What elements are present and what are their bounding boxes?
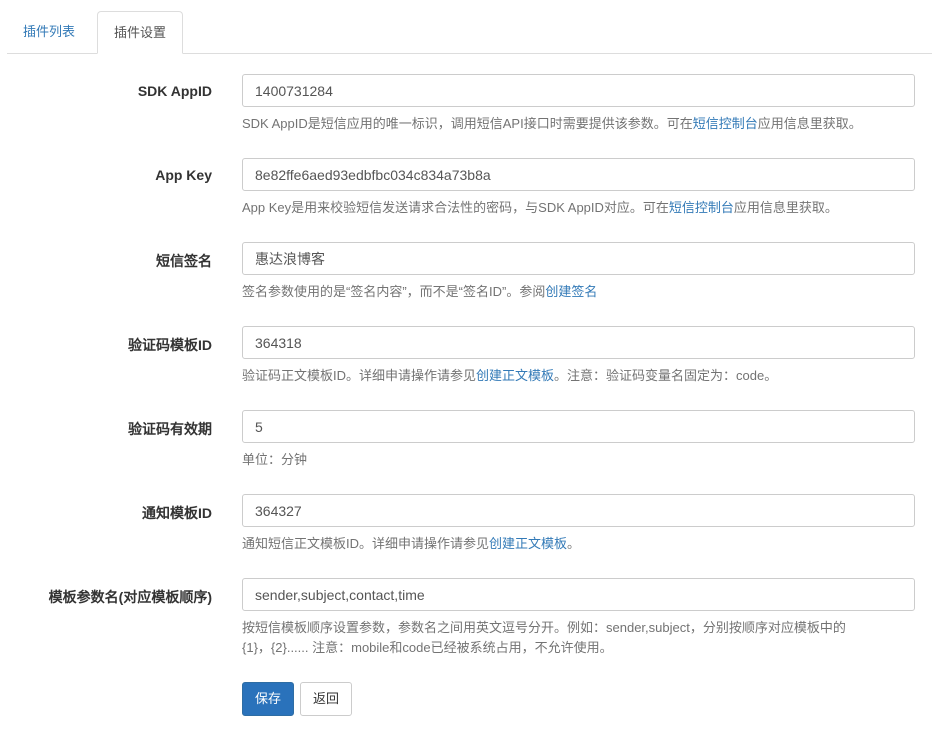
- sdk-appid-label: SDK AppID: [137, 83, 212, 99]
- notify-template-label: 通知模板ID: [142, 505, 212, 521]
- code-expire-help: 单位：分钟: [242, 452, 308, 467]
- notify-template-help-suffix: 。: [567, 536, 581, 551]
- tab-plugin-list[interactable]: 插件列表: [7, 11, 91, 53]
- save-button[interactable]: 保存: [242, 682, 295, 716]
- app-key-input[interactable]: [242, 158, 915, 191]
- sms-sign-help: 签名参数使用的是“签名内容”，而不是“签名ID”。参阅创建签名: [242, 282, 922, 302]
- template-params-help-line2: {1}，{2}...... 注意：mobile和code已经被系统占用，不允许使…: [242, 640, 613, 655]
- sms-sign-help-text: 签名参数使用的是“签名内容”，而不是“签名ID”。参阅: [242, 284, 546, 299]
- tab-bar: 插件列表 插件设置: [7, 11, 932, 54]
- code-expire-input[interactable]: [242, 410, 915, 443]
- notify-template-input[interactable]: [242, 494, 915, 527]
- sms-sign-input[interactable]: [242, 242, 915, 275]
- tab-plugin-settings[interactable]: 插件设置: [97, 11, 184, 54]
- template-params-help: 按短信模板顺序设置参数，参数名之间用英文逗号分开。例如：sender,subje…: [242, 618, 922, 658]
- app-key-label: App Key: [155, 167, 212, 183]
- sms-console-link[interactable]: 短信控制台: [693, 116, 758, 131]
- create-template-link[interactable]: 创建正文模板: [489, 536, 567, 551]
- sdk-appid-input[interactable]: [242, 74, 915, 107]
- template-params-label: 模板参数名(对应模板顺序): [48, 589, 212, 605]
- create-sign-link[interactable]: 创建签名: [545, 284, 597, 299]
- app-key-help-text: App Key是用来校验短信发送请求合法性的密码，与SDK AppID对应。可在: [242, 200, 669, 215]
- sdk-appid-help: SDK AppID是短信应用的唯一标识，调用短信API接口时需要提供该参数。可在…: [242, 114, 922, 134]
- sms-sign-label: 短信签名: [156, 253, 212, 269]
- code-expire-label: 验证码有效期: [128, 421, 212, 437]
- sdk-appid-help-suffix: 应用信息里获取。: [757, 116, 862, 131]
- code-template-label: 验证码模板ID: [128, 337, 212, 353]
- notify-template-help: 通知短信正文模板ID。详细申请操作请参见创建正文模板。: [242, 534, 922, 554]
- back-button[interactable]: 返回: [300, 682, 353, 716]
- template-params-help-line1: 按短信模板顺序设置参数，参数名之间用英文逗号分开。例如：sender,subje…: [242, 620, 846, 635]
- template-params-input[interactable]: [242, 578, 915, 611]
- sdk-appid-help-text: SDK AppID是短信应用的唯一标识，调用短信API接口时需要提供该参数。可在: [242, 116, 693, 131]
- code-template-help-suffix: 。注意：验证码变量名固定为：code。: [554, 368, 778, 383]
- sms-console-link[interactable]: 短信控制台: [669, 200, 734, 215]
- app-key-help: App Key是用来校验短信发送请求合法性的密码，与SDK AppID对应。可在…: [242, 198, 922, 218]
- code-template-help-text: 验证码正文模板ID。详细申请操作请参见: [242, 368, 477, 383]
- create-template-link[interactable]: 创建正文模板: [476, 368, 554, 383]
- app-key-help-suffix: 应用信息里获取。: [733, 200, 838, 215]
- code-template-input[interactable]: [242, 326, 915, 359]
- code-template-help: 验证码正文模板ID。详细申请操作请参见创建正文模板。注意：验证码变量名固定为：c…: [242, 366, 922, 386]
- notify-template-help-text: 通知短信正文模板ID。详细申请操作请参见: [242, 536, 490, 551]
